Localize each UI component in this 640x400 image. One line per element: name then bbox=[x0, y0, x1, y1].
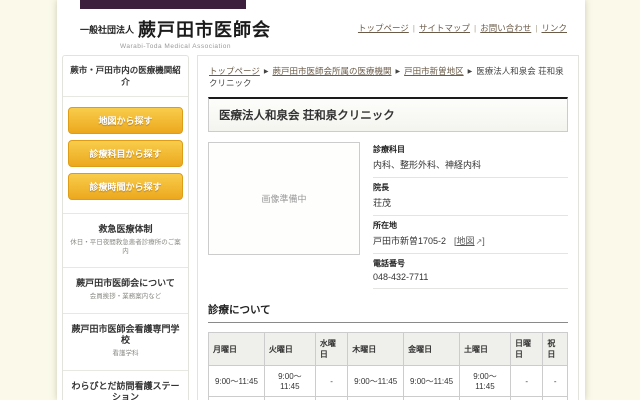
nav-link[interactable]: サイトマップ bbox=[419, 23, 470, 33]
sidebar-search-button[interactable]: 診療時間から探す bbox=[68, 173, 183, 200]
breadcrumb-link[interactable]: 蕨戸田市医師会所属の医療機関 bbox=[272, 66, 391, 76]
breadcrumb-link[interactable]: トップページ bbox=[209, 66, 260, 76]
nav-separator: | bbox=[535, 23, 537, 33]
sidebar-link-list: 救急医療体制休日・平日夜間救急患者診療所のご案内蕨戸田市医師会について会員挨拶・… bbox=[63, 214, 188, 400]
schedule-cell: 9:00～11:45 bbox=[209, 366, 265, 397]
clinic-field: 電話番号 048-432-7711 bbox=[373, 254, 568, 289]
schedule-column-header: 日曜日 bbox=[510, 333, 542, 366]
image-placeholder-text: 画像準備中 bbox=[261, 192, 306, 205]
schedule-column-header: 水曜日 bbox=[315, 333, 347, 366]
clinic-field: 診療科目内科、整形外科、神経内科 bbox=[373, 140, 568, 178]
nav-separator: | bbox=[474, 23, 476, 33]
schedule-row: 15:00～17:00--15:00～17:0015:00～17:00--- bbox=[209, 397, 568, 400]
sidebar-item-label[interactable]: わらびとだ訪問看護ステーション bbox=[68, 381, 183, 400]
page-title: 医療法人和泉会 荘和泉クリニック bbox=[208, 97, 568, 132]
org-name: 蕨戸田市医師会 bbox=[138, 20, 271, 40]
nav-link[interactable]: リンク bbox=[541, 23, 567, 33]
schedule-cell: - bbox=[543, 397, 568, 400]
breadcrumb: トップページ▶蕨戸田市医師会所属の医療機関▶戸田市新曽地区▶医療法人和泉会 荘和… bbox=[208, 63, 568, 97]
nav-link[interactable]: トップページ bbox=[358, 23, 409, 33]
sidebar-item-subtitle: 会員挨拶・業務案内など bbox=[68, 293, 183, 301]
schedule-header-row: 月曜日火曜日水曜日木曜日金曜日土曜日日曜日祝日 bbox=[209, 333, 568, 366]
sidebar-item-subtitle: 看護学科 bbox=[68, 350, 183, 358]
clinic-fields: 診療科目内科、整形外科、神経内科院長荘茂所在地戸田市新曽1705-2[地図↗]電… bbox=[373, 140, 568, 289]
schedule-cell: 9:00～11:45 bbox=[404, 366, 460, 397]
external-link-icon: ↗ bbox=[476, 237, 483, 246]
schedule-column-header: 木曜日 bbox=[348, 333, 404, 366]
schedule-cell: 9:00～11:45 bbox=[264, 366, 315, 397]
sidebar-item[interactable]: 蕨戸田市医師会看護専門学校看護学科 bbox=[63, 314, 188, 371]
clinic-field-value: 内科、整形外科、神経内科 bbox=[373, 158, 568, 171]
schedule-cell: 15:00～17:00 bbox=[209, 397, 265, 400]
sidebar-item-label[interactable]: 蕨戸田市医師会について bbox=[68, 278, 183, 289]
schedule-cell: 9:00～11:45 bbox=[348, 366, 404, 397]
page-container: 一般社団法人蕨戸田市医師会 Warabi-Toda Medical Associ… bbox=[57, 0, 585, 400]
sidebar-search-buttons: 地図から探す診療科目から探す診療時間から探す bbox=[63, 97, 188, 214]
sidebar-item-subtitle: 休日・平日夜間救急患者診療所のご案内 bbox=[68, 239, 183, 256]
sidebar-search-button[interactable]: 地図から探す bbox=[68, 107, 183, 134]
schedule-column-header: 月曜日 bbox=[209, 333, 265, 366]
breadcrumb-separator-icon: ▶ bbox=[264, 69, 269, 75]
nav-separator: | bbox=[413, 23, 415, 33]
schedule-cell: 15:00～17:00 bbox=[348, 397, 404, 400]
schedule-cell: 9:00～11:45 bbox=[459, 366, 510, 397]
schedule-cell: 15:00～17:00 bbox=[404, 397, 460, 400]
header-accent-bar bbox=[80, 0, 246, 9]
schedule-cell: - bbox=[315, 397, 347, 400]
sidebar: 蕨市・戸田市内の医療機関紹介 地図から探す診療科目から探す診療時間から探す 救急… bbox=[62, 55, 189, 400]
schedule-column-header: 祝日 bbox=[543, 333, 568, 366]
schedule-section-heading: 診療について bbox=[208, 302, 568, 323]
site-logo[interactable]: 一般社団法人蕨戸田市医師会 Warabi-Toda Medical Associ… bbox=[80, 16, 271, 49]
clinic-field-value: 戸田市新曽1705-2[地図↗] bbox=[373, 234, 568, 247]
clinic-field-label: 院長 bbox=[373, 182, 568, 193]
clinic-field: 院長荘茂 bbox=[373, 178, 568, 216]
nav-link[interactable]: お問い合わせ bbox=[480, 23, 531, 33]
clinic-field: 所在地戸田市新曽1705-2[地図↗] bbox=[373, 216, 568, 254]
clinic-field-label: 診療科目 bbox=[373, 144, 568, 155]
clinic-info-row: 画像準備中 診療科目内科、整形外科、神経内科院長荘茂所在地戸田市新曽1705-2… bbox=[208, 142, 568, 289]
schedule-column-header: 金曜日 bbox=[404, 333, 460, 366]
header-nav: トップページ | サイトマップ | お問い合わせ | リンク bbox=[358, 16, 567, 49]
schedule-row: 9:00～11:459:00～11:45-9:00～11:459:00～11:4… bbox=[209, 366, 568, 397]
org-type-label: 一般社団法人 bbox=[80, 25, 134, 35]
schedule-cell: - bbox=[510, 397, 542, 400]
schedule-cell: - bbox=[264, 397, 315, 400]
clinic-image-placeholder: 画像準備中 bbox=[208, 142, 360, 255]
sidebar-item[interactable]: 救急医療体制休日・平日夜間救急患者診療所のご案内 bbox=[63, 214, 188, 268]
body-row: 蕨市・戸田市内の医療機関紹介 地図から探す診療科目から探す診療時間から探す 救急… bbox=[57, 55, 585, 400]
sidebar-item-label[interactable]: 蕨戸田市医師会看護専門学校 bbox=[68, 324, 183, 347]
sidebar-item[interactable]: 蕨戸田市医師会について会員挨拶・業務案内など bbox=[63, 268, 188, 314]
sidebar-heading: 蕨市・戸田市内の医療機関紹介 bbox=[63, 56, 188, 97]
clinic-field-value: 048-432-7711 bbox=[373, 272, 568, 282]
schedule-table: 月曜日火曜日水曜日木曜日金曜日土曜日日曜日祝日 9:00～11:459:00～1… bbox=[208, 332, 568, 400]
breadcrumb-separator-icon: ▶ bbox=[468, 69, 473, 75]
breadcrumb-link[interactable]: 戸田市新曽地区 bbox=[404, 66, 464, 76]
schedule-table-body: 9:00～11:459:00～11:45-9:00～11:459:00～11:4… bbox=[209, 366, 568, 400]
sidebar-item-label[interactable]: 救急医療体制 bbox=[68, 224, 183, 235]
schedule-cell: - bbox=[315, 366, 347, 397]
clinic-field-value: 荘茂 bbox=[373, 196, 568, 209]
sidebar-item[interactable]: わらびとだ訪問看護ステーション埼玉県訪問看護ステーション連絡協議会所属 bbox=[63, 371, 188, 400]
org-name-english: Warabi-Toda Medical Association bbox=[80, 43, 271, 50]
sidebar-search-button[interactable]: 診療科目から探す bbox=[68, 140, 183, 167]
schedule-cell: - bbox=[543, 366, 568, 397]
schedule-column-header: 火曜日 bbox=[264, 333, 315, 366]
breadcrumb-separator-icon: ▶ bbox=[395, 69, 400, 75]
clinic-field-label: 電話番号 bbox=[373, 258, 568, 269]
schedule-cell: - bbox=[459, 397, 510, 400]
schedule-column-header: 土曜日 bbox=[459, 333, 510, 366]
map-link[interactable]: 地図 bbox=[457, 236, 475, 246]
schedule-cell: - bbox=[510, 366, 542, 397]
map-link-wrap: [地図↗] bbox=[454, 236, 485, 246]
main-content: トップページ▶蕨戸田市医師会所属の医療機関▶戸田市新曽地区▶医療法人和泉会 荘和… bbox=[197, 55, 579, 400]
clinic-field-label: 所在地 bbox=[373, 220, 568, 231]
